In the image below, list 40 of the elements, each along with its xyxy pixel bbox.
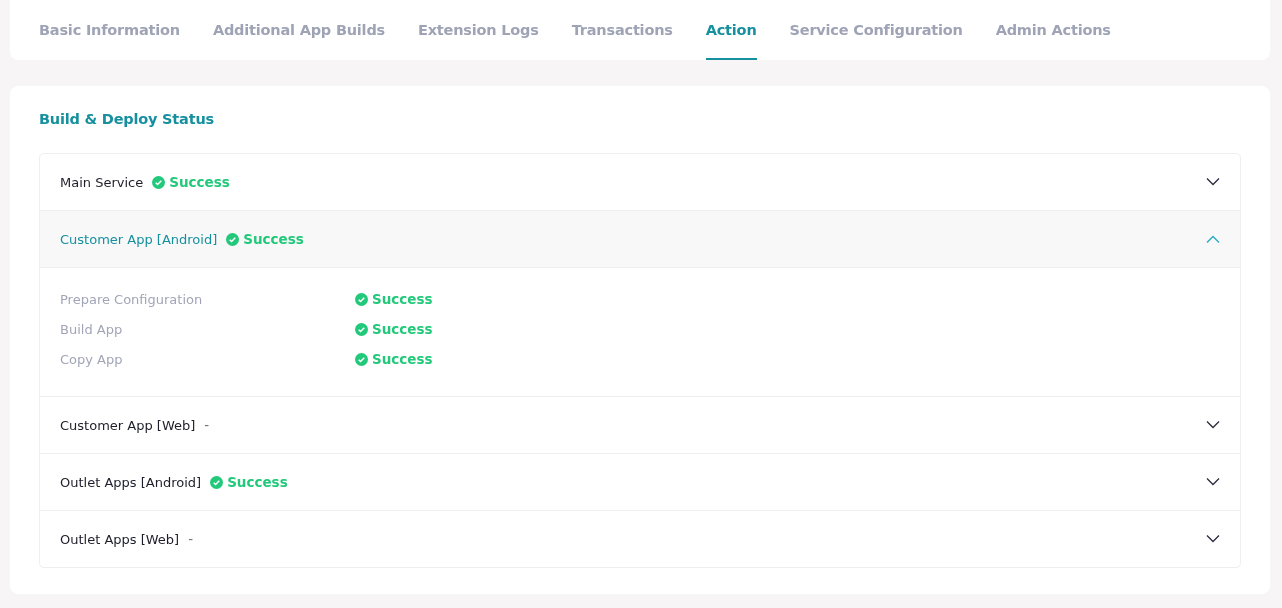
accordion-header[interactable]: Customer App [Android] Success [40, 210, 1240, 267]
status-label: Success [355, 291, 433, 307]
status-label: Success [355, 321, 433, 337]
item-name: Outlet Apps [Android] [60, 474, 202, 490]
check-circle-icon [355, 352, 368, 366]
tab[interactable]: Extension Logs [418, 0, 539, 60]
item-name: Customer App [Web] [60, 417, 196, 433]
chevron-down-icon [1206, 478, 1220, 486]
status-label: Success [355, 351, 433, 367]
step-name: Build App [60, 321, 124, 337]
tab[interactable]: Service Configuration [789, 0, 963, 60]
status-label: Success [152, 174, 230, 190]
status-label: Success [210, 474, 288, 490]
status-text: - [204, 417, 210, 433]
item-name: Main Service [60, 174, 144, 190]
accordion-header[interactable]: Outlet Apps [Android] Success [40, 453, 1240, 510]
chevron-down-icon [1206, 178, 1220, 186]
chevron-down-icon [1206, 535, 1220, 543]
step-name: Prepare Configuration [60, 291, 204, 307]
status-text: - [188, 531, 194, 547]
check-circle-icon [355, 292, 368, 306]
tab[interactable]: Transactions [571, 0, 673, 60]
accordion-header[interactable]: Outlet Apps [Web] - [40, 510, 1240, 567]
chevron-down-icon [1206, 421, 1220, 429]
tab[interactable]: Admin Actions [995, 0, 1111, 60]
status-label: Success [226, 231, 304, 247]
accordion-header[interactable]: Customer App [Web] - [40, 396, 1240, 453]
tab[interactable]: Action [705, 0, 757, 60]
step-name: Copy App [60, 351, 124, 367]
tab[interactable]: Additional App Builds [212, 0, 385, 60]
check-circle-icon [210, 475, 224, 489]
item-name: Customer App [Android] [60, 231, 218, 247]
chevron-up-icon [1206, 235, 1220, 243]
tab[interactable]: Basic Information [39, 0, 180, 60]
section-title: Build & Deploy Status [39, 110, 215, 129]
item-name: Outlet Apps [Web] [60, 531, 180, 547]
accordion-header[interactable]: Main Service Success [40, 154, 1240, 210]
check-circle-icon [226, 232, 240, 246]
check-circle-icon [152, 175, 166, 189]
check-circle-icon [355, 322, 368, 336]
